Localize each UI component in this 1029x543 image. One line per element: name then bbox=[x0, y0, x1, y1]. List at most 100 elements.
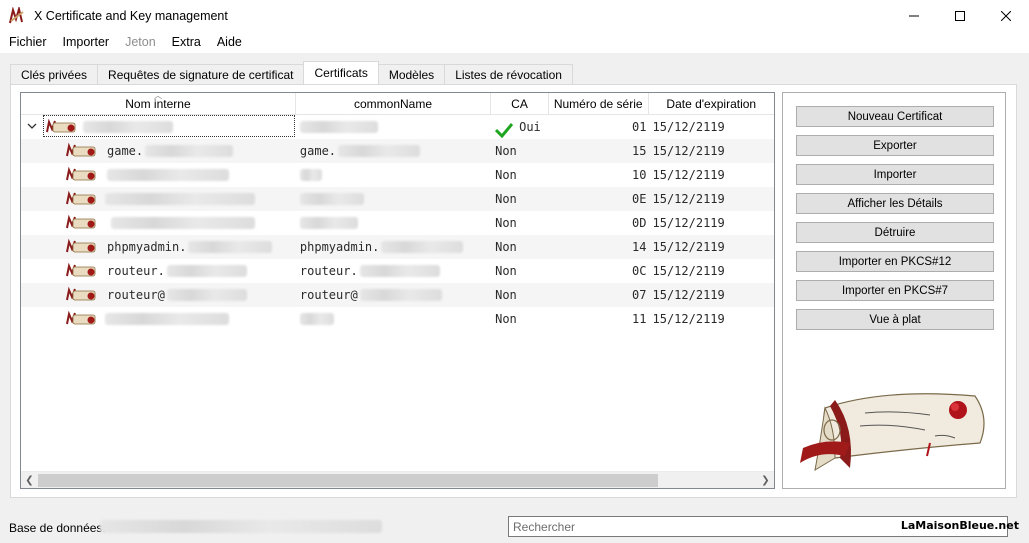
nouveau-certificat-button[interactable]: Nouveau Certificat bbox=[796, 106, 994, 127]
redacted-text bbox=[188, 241, 273, 253]
tab-listes-revocation[interactable]: Listes de révocation bbox=[444, 64, 573, 84]
cell-serial: 10 bbox=[632, 168, 647, 182]
table-row[interactable]: phpmyadmin. phpmyadmin. Non 14 15/12/211… bbox=[21, 235, 774, 259]
importer-button[interactable]: Importer bbox=[796, 164, 994, 185]
menu-bar: Fichier Importer Jeton Extra Aide bbox=[0, 31, 1029, 53]
horizontal-scrollbar[interactable]: ❮ ❯ bbox=[21, 471, 774, 488]
cell-commonname: routeur@ bbox=[296, 283, 491, 307]
cell-serial: 0D bbox=[632, 216, 647, 230]
redacted-text bbox=[100, 520, 382, 533]
column-header-date-expiration[interactable]: Date d'expiration bbox=[649, 93, 775, 115]
maximize-icon bbox=[955, 10, 965, 21]
redacted-text bbox=[338, 145, 421, 157]
menu-fichier[interactable]: Fichier bbox=[0, 35, 55, 49]
window-controls bbox=[891, 0, 1029, 31]
redacted-text bbox=[145, 145, 234, 157]
tree-header: ︿ Nom interne commonName CA Numéro de sé… bbox=[21, 93, 774, 115]
column-header-commonname[interactable]: commonName bbox=[296, 93, 492, 115]
cell-ca: Non bbox=[495, 144, 517, 158]
redacted-text bbox=[299, 193, 364, 205]
cell-ca: Non bbox=[495, 312, 517, 326]
maximize-button[interactable] bbox=[937, 0, 983, 31]
certificate-icon bbox=[66, 190, 96, 205]
cell-name bbox=[21, 211, 296, 235]
cell-expiry: 15/12/2119 bbox=[652, 240, 725, 254]
window-title: X Certificate and Key management bbox=[34, 8, 228, 23]
cell-ca: Non bbox=[495, 168, 517, 182]
cell-ca: Non bbox=[495, 192, 517, 206]
certificate-tree[interactable]: ︿ Nom interne commonName CA Numéro de sé… bbox=[20, 92, 775, 489]
redacted-text bbox=[381, 241, 464, 253]
cell-expiry: 15/12/2119 bbox=[652, 144, 725, 158]
redacted-text bbox=[107, 169, 229, 181]
cell-expiry: 15/12/2119 bbox=[652, 168, 725, 182]
scroll-left-icon[interactable]: ❮ bbox=[21, 472, 38, 488]
certificate-icon bbox=[66, 142, 96, 157]
certificate-icon bbox=[66, 262, 96, 277]
cell-commonname bbox=[296, 115, 491, 139]
redacted-text bbox=[299, 217, 358, 229]
table-row[interactable]: routeur@ routeur@ Non 07 15/12/2119 bbox=[21, 283, 774, 307]
cell-ca: Non bbox=[495, 216, 517, 230]
cell-name bbox=[21, 115, 296, 139]
tab-requetes[interactable]: Requêtes de signature de certificat bbox=[97, 64, 305, 84]
database-label: Base de données: bbox=[9, 521, 106, 535]
importer-pkcs12-button[interactable]: Importer en PKCS#12 bbox=[796, 251, 994, 272]
tab-modeles[interactable]: Modèles bbox=[377, 64, 446, 84]
column-header-numero-serie[interactable]: Numéro de série bbox=[549, 93, 649, 115]
cell-name bbox=[21, 163, 296, 187]
exporter-button[interactable]: Exporter bbox=[796, 135, 994, 156]
cn-value: routeur@ bbox=[299, 288, 358, 302]
redacted-text bbox=[359, 265, 440, 277]
table-row[interactable]: Non 11 15/12/2119 bbox=[21, 307, 774, 331]
close-button[interactable] bbox=[983, 0, 1029, 31]
minimize-button[interactable] bbox=[891, 0, 937, 31]
cell-serial: 11 bbox=[632, 312, 647, 326]
name-value: phpmyadmin. bbox=[107, 240, 187, 254]
column-header-nom-interne[interactable]: ︿ Nom interne bbox=[21, 93, 296, 115]
check-icon bbox=[495, 123, 514, 138]
name-value: routeur@ bbox=[107, 288, 165, 302]
table-row[interactable]: Non 10 15/12/2119 bbox=[21, 163, 774, 187]
cell-expiry: 15/12/2119 bbox=[652, 216, 725, 230]
cell-serial: 0C bbox=[632, 264, 647, 278]
menu-extra[interactable]: Extra bbox=[164, 35, 209, 49]
name-value: game. bbox=[107, 144, 144, 158]
table-row[interactable]: Non 0D 15/12/2119 bbox=[21, 211, 774, 235]
cell-expiry: 15/12/2119 bbox=[652, 192, 725, 206]
cell-serial: 0E bbox=[632, 192, 647, 206]
table-row[interactable]: game. game. Non 15 15/12/2119 bbox=[21, 139, 774, 163]
cell-commonname: phpmyadmin. bbox=[296, 235, 491, 259]
vue-a-plat-button[interactable]: Vue à plat bbox=[796, 309, 994, 330]
table-row[interactable]: Non 0E 15/12/2119 bbox=[21, 187, 774, 211]
menu-jeton[interactable]: Jeton bbox=[117, 35, 164, 49]
detruire-button[interactable]: Détruire bbox=[796, 222, 994, 243]
certificate-icon bbox=[66, 286, 96, 301]
cell-commonname bbox=[296, 187, 491, 211]
scrollbar-thumb[interactable] bbox=[38, 474, 658, 487]
cell-name bbox=[21, 307, 296, 331]
xca-app-icon[interactable] bbox=[8, 4, 26, 25]
cell-ca: Non bbox=[495, 264, 517, 278]
cell-commonname: routeur. bbox=[296, 259, 491, 283]
cell-serial: 01 bbox=[632, 120, 647, 134]
tab-cles-privees[interactable]: Clés privées bbox=[10, 64, 99, 84]
tab-certificats[interactable]: Certificats bbox=[303, 61, 379, 84]
cell-name: routeur@ bbox=[21, 283, 296, 307]
importer-pkcs7-button[interactable]: Importer en PKCS#7 bbox=[796, 280, 994, 301]
table-row[interactable]: Oui 01 15/12/2119 bbox=[21, 115, 774, 139]
column-header-ca[interactable]: CA bbox=[491, 93, 549, 115]
scroll-right-icon[interactable]: ❯ bbox=[757, 472, 774, 488]
chevron-down-icon[interactable] bbox=[27, 121, 37, 131]
column-label: commonName bbox=[354, 97, 433, 111]
redacted-text bbox=[105, 193, 255, 205]
status-bar: Base de données: LaMaisonBleue.net bbox=[0, 510, 1029, 543]
menu-importer[interactable]: Importer bbox=[55, 35, 118, 49]
cell-commonname bbox=[296, 211, 491, 235]
cn-value: game. bbox=[299, 144, 337, 158]
menu-aide[interactable]: Aide bbox=[209, 35, 250, 49]
name-value: routeur. bbox=[107, 264, 165, 278]
table-row[interactable]: routeur. routeur. Non 0C 15/12/2119 bbox=[21, 259, 774, 283]
afficher-details-button[interactable]: Afficher les Détails bbox=[796, 193, 994, 214]
cell-name: phpmyadmin. bbox=[21, 235, 296, 259]
